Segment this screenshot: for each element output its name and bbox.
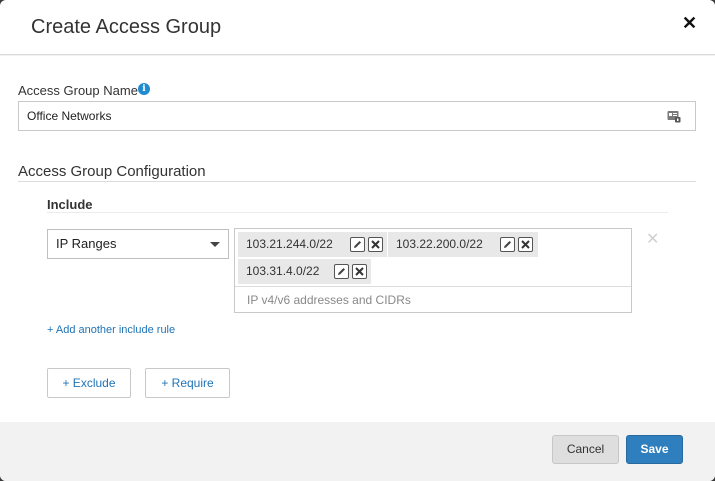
rule-type-select[interactable]: IP Ranges [47,229,229,259]
pencil-icon[interactable] [500,237,515,252]
include-divider [47,212,668,213]
access-group-name-input[interactable]: Office Networks [18,101,696,131]
contact-card-icon[interactable] [667,109,681,123]
info-icon[interactable]: i [138,83,150,95]
ip-tag: 103.22.200.0/22 [388,232,538,257]
remove-tag-icon[interactable] [368,237,383,252]
cancel-button[interactable]: Cancel [552,435,619,464]
include-label: Include [47,197,93,212]
ip-tag: 103.31.4.0/22 [238,259,371,284]
dialog-footer: Cancel Save [0,422,715,481]
dialog-title: Create Access Group [31,16,222,38]
remove-tag-icon[interactable] [352,264,367,279]
add-exclude-button[interactable]: + Exclude [47,368,131,398]
tag-input-divider [235,286,631,287]
pencil-icon[interactable] [350,237,365,252]
ip-tag-label: 103.22.200.0/22 [396,237,483,251]
create-access-group-dialog: Create Access Group ✕ Access Group Name … [0,0,715,481]
add-require-button[interactable]: + Require [145,368,230,398]
section-divider [18,181,696,182]
remove-tag-icon[interactable] [518,237,533,252]
close-icon[interactable]: ✕ [682,13,698,33]
ip-input-placeholder[interactable]: IP v4/v6 addresses and CIDRs [247,293,411,307]
ip-tag-label: 103.21.244.0/22 [246,237,333,251]
dialog-header: Create Access Group ✕ [0,0,715,55]
add-include-rule-link[interactable]: + Add another include rule [47,324,175,336]
caret-down-icon [210,242,220,247]
rule-type-value: IP Ranges [56,236,117,251]
save-button[interactable]: Save [626,435,683,464]
pencil-icon[interactable] [334,264,349,279]
dialog-body: Access Group Name i Office Networks Acce… [0,56,715,422]
ip-tag: 103.21.244.0/22 [238,232,387,257]
remove-rule-icon[interactable]: ✕ [646,232,659,248]
access-group-name-value: Office Networks [27,109,112,123]
ip-tag-label: 103.31.4.0/22 [246,264,320,278]
configuration-section-title: Access Group Configuration [18,163,206,180]
ip-ranges-tag-input[interactable]: 103.21.244.0/22 103.22.200.0/22 103.31.4 [234,228,632,313]
access-group-name-label: Access Group Name [18,83,138,98]
